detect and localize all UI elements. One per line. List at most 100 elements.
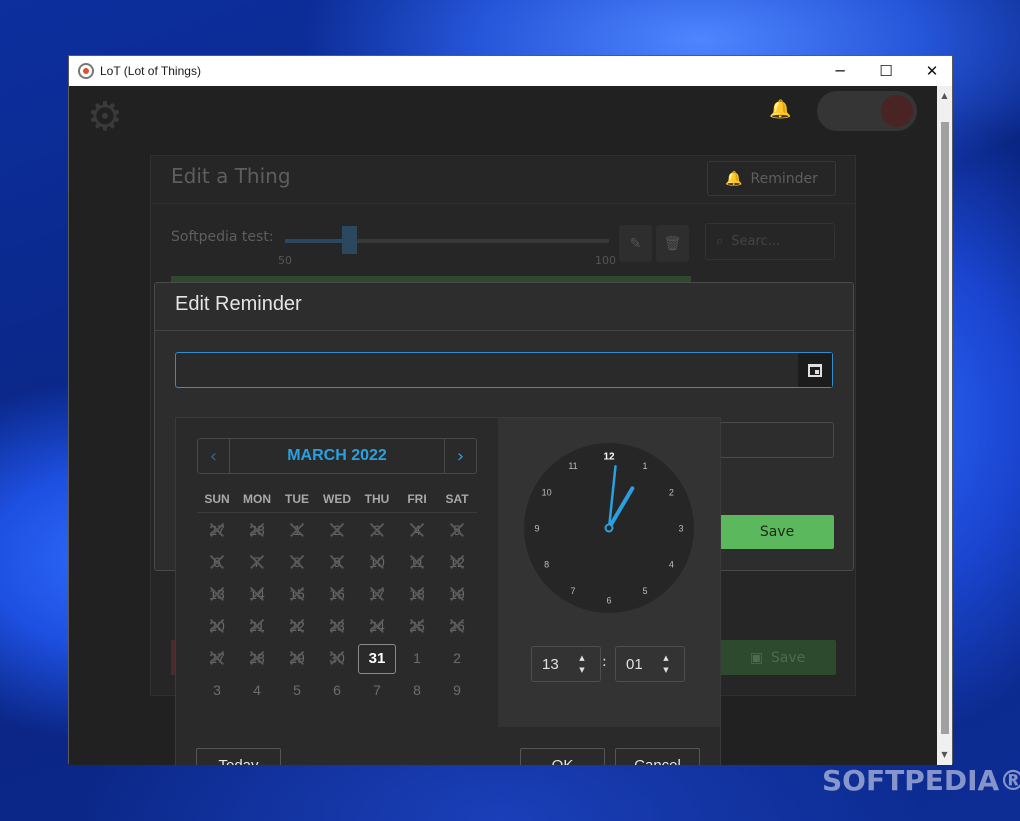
clock-number[interactable]: 4	[669, 560, 674, 570]
bell-icon[interactable]: 🔔	[769, 99, 791, 120]
weekday-label: WED	[323, 492, 351, 506]
maximize-button[interactable]: ☐	[863, 56, 909, 86]
minute-value[interactable]: 01	[616, 656, 656, 673]
calendar-day[interactable]: 6	[317, 676, 357, 704]
window-title: LoT (Lot of Things)	[100, 64, 201, 78]
scroll-thumb[interactable]	[941, 122, 949, 734]
clock-number[interactable]: 8	[544, 560, 549, 570]
calendar-week: 3 4 5 6 7 8 9	[197, 674, 477, 706]
hour-stepper[interactable]: 13 ▲ ▼	[531, 646, 601, 682]
prev-month-button[interactable]: ‹	[198, 439, 230, 473]
minute-spin[interactable]: ▲ ▼	[656, 654, 676, 674]
slider-thumb[interactable]	[342, 226, 357, 254]
clock-number[interactable]: 3	[678, 524, 683, 534]
month-label[interactable]: MARCH 2022	[230, 439, 444, 473]
clock-panel: 12 1 2 3 4 5 6 7 8 9 10 11 13 ▲ ▼ : 01 ▲ ▼	[498, 418, 720, 727]
calendar-day-disabled: 24	[357, 612, 397, 640]
calendar-day-disabled: 26	[437, 612, 477, 640]
scroll-down-icon[interactable]: ▼	[937, 747, 952, 763]
selected-day-label: 31	[358, 644, 396, 674]
theme-toggle[interactable]	[817, 91, 917, 131]
chevron-up-icon[interactable]: ▲	[663, 654, 668, 662]
clock-number[interactable]: 11	[568, 461, 577, 471]
app-icon	[78, 63, 94, 79]
month-navigator: ‹ MARCH 2022 ›	[197, 438, 477, 474]
card-title: Edit a Thing	[171, 164, 291, 188]
calendar-day[interactable]: 2	[437, 644, 477, 672]
title-bar[interactable]: LoT (Lot of Things) ─ ☐ ✕	[69, 56, 952, 86]
calendar-day-disabled: 27	[197, 644, 237, 672]
hour-spin[interactable]: ▲ ▼	[572, 654, 592, 674]
cancel-button[interactable]: Cancel	[615, 748, 700, 765]
chevron-up-icon[interactable]: ▲	[579, 654, 584, 662]
minimize-button[interactable]: ─	[817, 56, 863, 86]
reminder-text-input[interactable]	[720, 422, 834, 458]
calendar-day[interactable]: 4	[237, 676, 277, 704]
calendar-week: 27 28 1 2 3 4 5	[197, 514, 477, 546]
trash-icon[interactable]: 🗑	[656, 225, 689, 262]
clock-number[interactable]: 9	[534, 524, 539, 534]
calendar-day[interactable]: 9	[437, 676, 477, 704]
clock-number[interactable]: 5	[642, 586, 647, 596]
clock-number[interactable]: 6	[606, 596, 611, 606]
calendar-day[interactable]: 5	[277, 676, 317, 704]
slider-max-label: 100	[595, 254, 616, 267]
bell-icon: 🔔	[725, 170, 743, 187]
calendar-week: 20 21 22 23 24 25 26	[197, 610, 477, 642]
calendar-day-disabled: 11	[397, 548, 437, 576]
weekday-label: THU	[364, 492, 390, 506]
chevron-down-icon[interactable]: ▼	[663, 666, 668, 674]
analog-clock[interactable]: 121234567891011	[523, 442, 695, 614]
search-input[interactable]: ⌕ Searc...	[705, 223, 835, 260]
weekday-label: TUE	[285, 492, 309, 506]
calendar-day-disabled: 5	[437, 516, 477, 544]
clock-number[interactable]: 1	[642, 461, 647, 471]
calendar-day[interactable]: 7	[357, 676, 397, 704]
calendar-day-selected[interactable]: 31	[357, 644, 397, 674]
calendar-day-disabled: 3	[357, 516, 397, 544]
calendar-day-disabled: 9	[317, 548, 357, 576]
save-thing-button[interactable]: ▣ Save	[719, 640, 836, 675]
calendar-grid: 27 28 1 2 3 4 5 6 7 8 9 10 11 12 13 14 1…	[197, 514, 477, 706]
clock-center	[604, 523, 614, 533]
clock-number[interactable]: 2	[669, 488, 674, 498]
scroll-up-icon[interactable]: ▲	[937, 88, 952, 104]
vertical-scrollbar[interactable]: ▲ ▼	[937, 86, 952, 765]
divider	[155, 330, 853, 331]
search-placeholder: Searc...	[731, 234, 781, 249]
gear-icon[interactable]: ⚙	[87, 94, 123, 140]
calendar-day-disabled: 6	[197, 548, 237, 576]
minute-stepper[interactable]: 01 ▲ ▼	[615, 646, 685, 682]
weekday-label: MON	[243, 492, 271, 506]
calendar-button[interactable]	[798, 353, 832, 387]
ok-button[interactable]: OK	[520, 748, 605, 765]
chevron-down-icon[interactable]: ▼	[579, 666, 584, 674]
calendar-day-disabled: 30	[317, 644, 357, 672]
calendar-day-disabled: 23	[317, 612, 357, 640]
app-window: LoT (Lot of Things) ─ ☐ ✕ ⚙ 🔔 Edit a Thi…	[68, 55, 953, 765]
watermark: SOFTPEDIA®	[822, 764, 1020, 797]
calendar-week: 13 14 15 16 17 18 19	[197, 578, 477, 610]
calendar-day-disabled: 28	[237, 516, 277, 544]
clock-number[interactable]: 10	[542, 488, 552, 498]
time-separator: :	[602, 654, 607, 670]
calendar-day[interactable]: 3	[197, 676, 237, 704]
pencil-icon[interactable]: ✎	[619, 225, 652, 262]
hour-value[interactable]: 13	[532, 656, 572, 673]
close-button[interactable]: ✕	[909, 56, 955, 86]
dialog-save-button[interactable]: Save	[720, 515, 834, 549]
calendar-day[interactable]: 1	[397, 644, 437, 672]
search-icon: ⌕	[716, 234, 724, 249]
weekday-header: SUN MON TUE WED THU FRI SAT	[197, 492, 477, 513]
reminder-date-input[interactable]	[175, 352, 833, 388]
next-month-button[interactable]: ›	[444, 439, 476, 473]
clock-number[interactable]: 7	[570, 586, 575, 596]
reminder-button[interactable]: 🔔 Reminder	[707, 161, 836, 196]
calendar-day[interactable]: 8	[397, 676, 437, 704]
calendar-day-disabled: 21	[237, 612, 277, 640]
calendar-day-disabled: 25	[397, 612, 437, 640]
today-button[interactable]: Today	[196, 748, 281, 765]
clock-number[interactable]: 12	[603, 452, 615, 463]
divider	[151, 203, 855, 204]
calendar-day-disabled: 14	[237, 580, 277, 608]
